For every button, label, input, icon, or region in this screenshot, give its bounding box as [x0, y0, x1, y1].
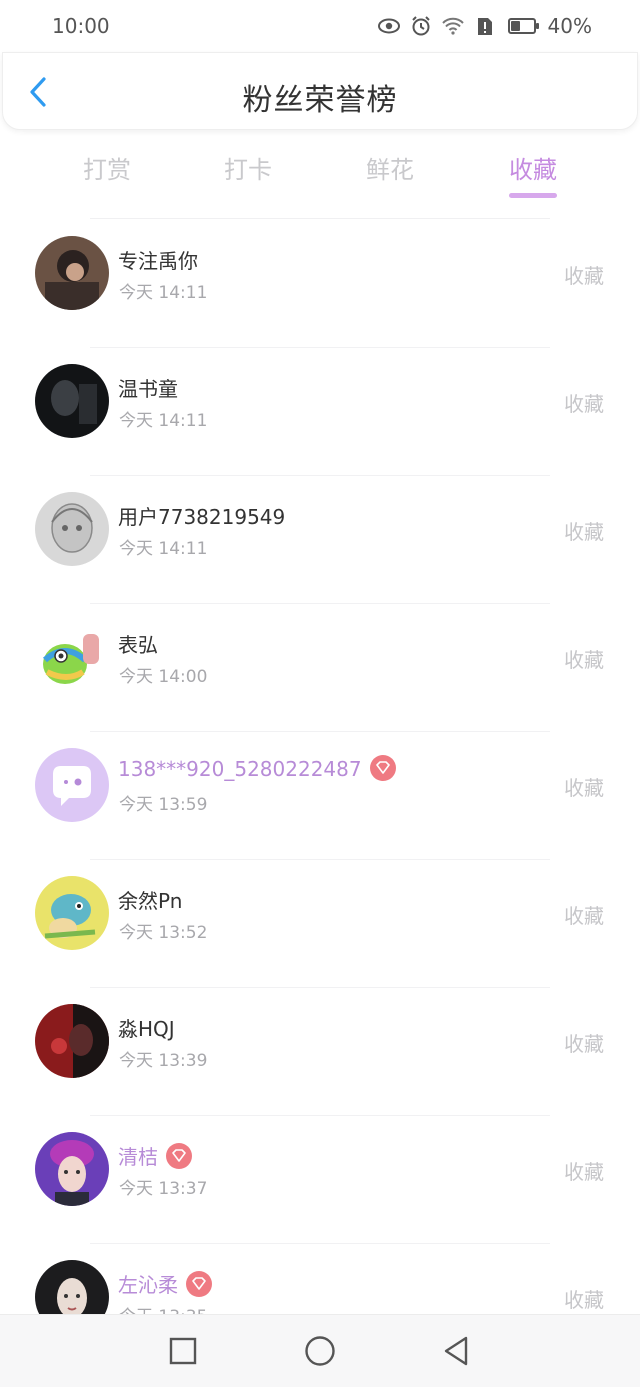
timestamp: 今天 14:00: [119, 667, 208, 687]
avatar[interactable]: [35, 620, 109, 694]
status-bar: 10:00 40%: [0, 0, 640, 52]
tab-checkin[interactable]: 打卡: [188, 150, 308, 185]
user-name[interactable]: 138***920_5280222487: [118, 754, 396, 784]
avatar[interactable]: [35, 1132, 109, 1206]
action-label: 收藏: [564, 648, 604, 672]
timestamp: 今天 14:11: [119, 283, 208, 303]
avatar[interactable]: [35, 492, 109, 566]
user-name[interactable]: 用户7738219549: [118, 501, 285, 530]
home-button[interactable]: [304, 1335, 336, 1367]
square-icon: [169, 1337, 197, 1365]
tab-bar: 打赏 打卡 鲜花 收藏: [0, 140, 640, 200]
user-name[interactable]: 余然Pn: [118, 885, 182, 914]
timestamp: 今天 13:39: [119, 1051, 208, 1071]
timestamp: 今天 14:11: [119, 411, 208, 431]
avatar[interactable]: [35, 236, 109, 310]
user-name[interactable]: 专注禹你: [118, 245, 198, 274]
action-label: 收藏: [564, 1288, 604, 1312]
battery-percent: 40%: [547, 14, 592, 38]
recents-button[interactable]: [167, 1335, 199, 1367]
tabs-divider: [90, 218, 550, 219]
list-item[interactable]: 淼HQJ 今天 13:39 收藏: [0, 988, 640, 1116]
timestamp: 今天 13:37: [119, 1179, 208, 1199]
user-name-text[interactable]: 清桔: [118, 1145, 158, 1169]
action-label: 收藏: [564, 1032, 604, 1056]
list-item[interactable]: 专注禹你 今天 14:11 收藏: [0, 220, 640, 348]
eye-icon: [377, 15, 400, 37]
timestamp: 今天 13:59: [119, 795, 208, 815]
vip-badge-icon: [186, 1270, 212, 1297]
status-icons: 40%: [377, 14, 592, 38]
user-name[interactable]: 温书童: [118, 373, 178, 402]
action-label: 收藏: [564, 264, 604, 288]
avatar[interactable]: [35, 364, 109, 438]
list-item[interactable]: 温书童 今天 14:11 收藏: [0, 348, 640, 476]
avatar[interactable]: [35, 876, 109, 950]
action-label: 收藏: [564, 776, 604, 800]
user-name[interactable]: 左沁柔: [118, 1269, 212, 1300]
tab-favorites[interactable]: 收藏: [473, 150, 593, 185]
wifi-icon: [441, 15, 464, 37]
action-label: 收藏: [564, 392, 604, 416]
active-tab-indicator: [509, 193, 557, 198]
user-name[interactable]: 淼HQJ: [118, 1013, 175, 1042]
tab-reward[interactable]: 打赏: [47, 150, 167, 185]
list-item[interactable]: 138***920_5280222487 今天 13:59 收藏: [0, 732, 640, 860]
page-title: 粉丝荣誉榜: [242, 83, 398, 118]
avatar[interactable]: [35, 748, 109, 822]
user-name-text[interactable]: 138***920_5280222487: [118, 757, 362, 781]
sim-alert-icon: [474, 15, 496, 37]
list-item[interactable]: 余然Pn 今天 13:52 收藏: [0, 860, 640, 988]
vip-badge-icon: [166, 1142, 192, 1169]
status-time: 10:00: [52, 14, 110, 38]
system-nav-bar: [0, 1314, 640, 1387]
back-nav-button[interactable]: [440, 1335, 472, 1367]
list-item[interactable]: 用户7738219549 今天 14:11 收藏: [0, 476, 640, 604]
header: 粉丝荣誉榜: [2, 52, 638, 130]
tab-flowers[interactable]: 鲜花: [330, 150, 450, 185]
list-item[interactable]: 表弘 今天 14:00 收藏: [0, 604, 640, 732]
timestamp: 今天 13:52: [119, 923, 208, 943]
user-name[interactable]: 清桔: [118, 1141, 192, 1172]
battery-icon: [506, 15, 539, 37]
list-item[interactable]: 清桔 今天 13:37 收藏: [0, 1116, 640, 1244]
circle-icon: [305, 1336, 335, 1366]
action-label: 收藏: [564, 1160, 604, 1184]
avatar[interactable]: [35, 1004, 109, 1078]
timestamp: 今天 14:11: [119, 539, 208, 559]
vip-badge-icon: [369, 754, 396, 781]
user-name[interactable]: 表弘: [118, 629, 158, 658]
action-label: 收藏: [564, 904, 604, 928]
triangle-back-icon: [444, 1336, 468, 1366]
fan-list: 专注禹你 今天 14:11 收藏 温书童 今天 14:11 收藏 用户77382…: [0, 220, 640, 1372]
user-name-text[interactable]: 左沁柔: [118, 1273, 178, 1297]
alarm-icon: [410, 15, 432, 37]
action-label: 收藏: [564, 520, 604, 544]
